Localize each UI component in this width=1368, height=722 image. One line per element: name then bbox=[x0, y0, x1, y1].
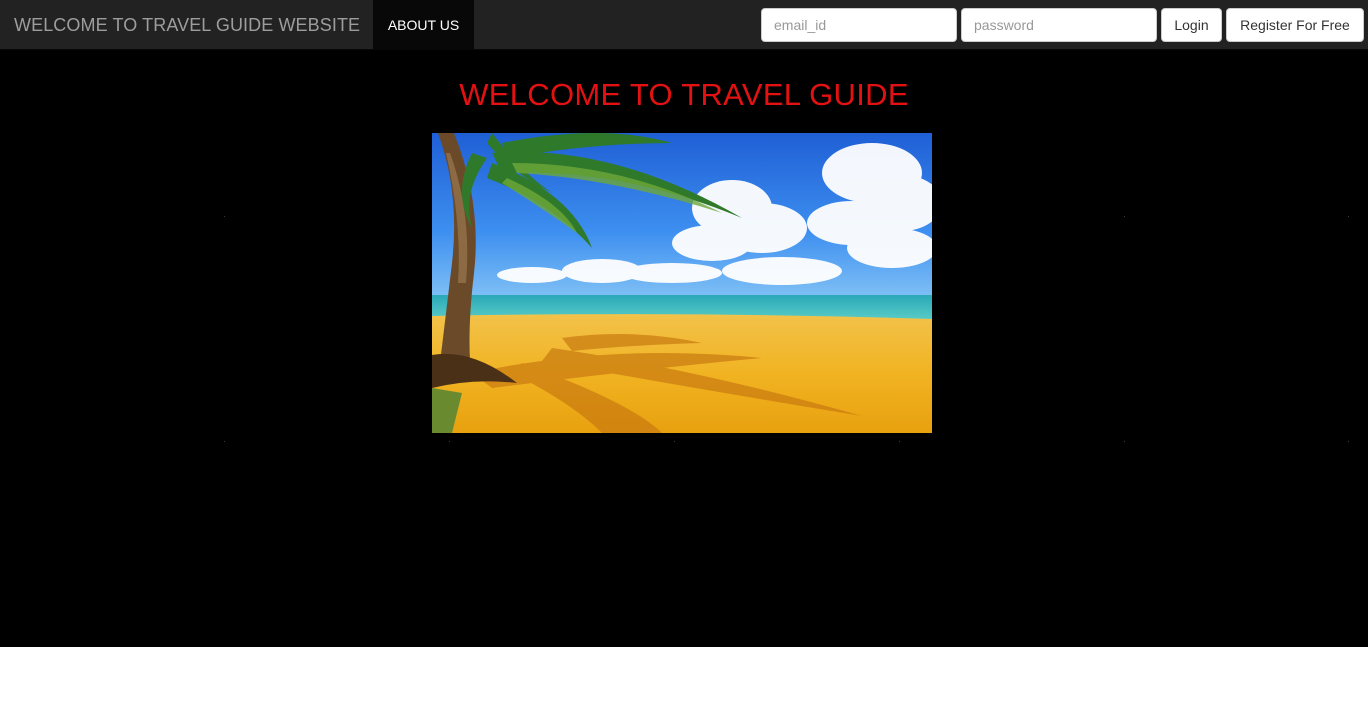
hero-section: WELCOME TO TRAVEL GUIDE bbox=[0, 50, 1368, 647]
background-dot bbox=[1124, 441, 1125, 442]
background-dot bbox=[224, 441, 225, 442]
background-dot bbox=[449, 441, 450, 442]
nav-about-us[interactable]: ABOUT US bbox=[373, 0, 474, 50]
site-brand-link[interactable]: WELCOME TO TRAVEL GUIDE WEBSITE bbox=[0, 0, 373, 50]
login-button[interactable]: Login bbox=[1161, 8, 1222, 42]
background-dot bbox=[224, 216, 225, 217]
tropical-beach-image bbox=[432, 133, 932, 433]
background-dot bbox=[1348, 441, 1349, 442]
top-navbar: WELCOME TO TRAVEL GUIDE WEBSITE ABOUT US… bbox=[0, 0, 1368, 50]
background-dot bbox=[1348, 216, 1349, 217]
page-title: WELCOME TO TRAVEL GUIDE bbox=[459, 77, 909, 112]
register-button[interactable]: Register For Free bbox=[1226, 8, 1364, 42]
beach-image bbox=[432, 133, 932, 433]
email-field[interactable] bbox=[761, 8, 957, 42]
background-dot bbox=[674, 441, 675, 442]
password-field[interactable] bbox=[961, 8, 1157, 42]
background-dot bbox=[899, 441, 900, 442]
background-dot bbox=[1124, 216, 1125, 217]
